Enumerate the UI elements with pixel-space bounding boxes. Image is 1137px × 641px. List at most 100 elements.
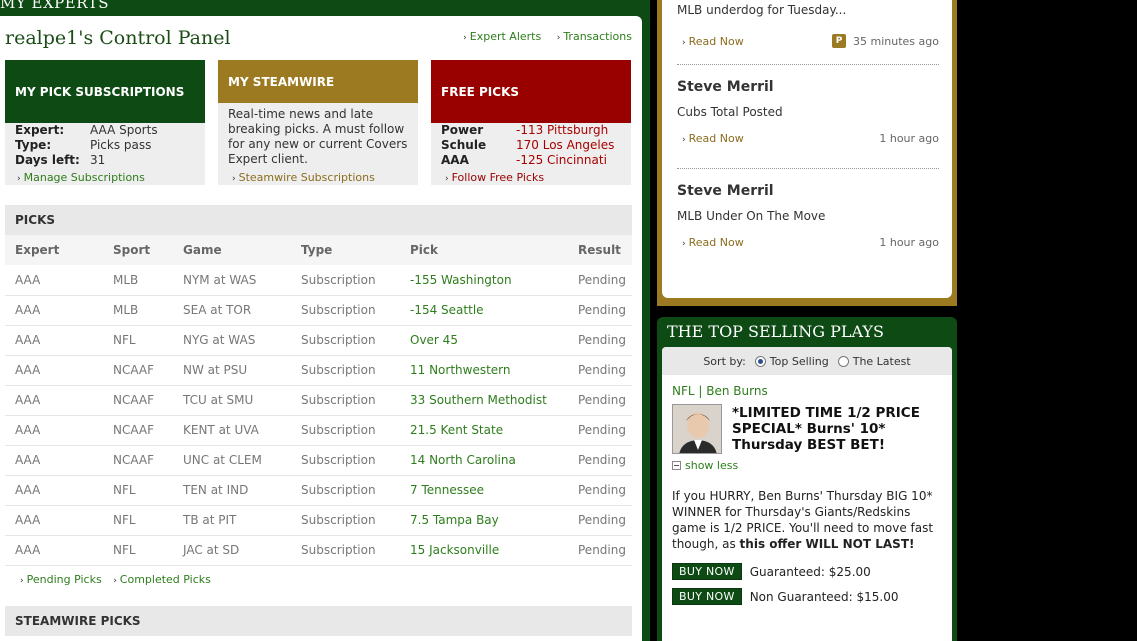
table-row: AAA NCAAF NW at PSU Subscription 11 Northwes… bbox=[5, 355, 632, 386]
table-row: AAA NFL TB at PIT Subscription 7.5 Tampa Bay… bbox=[5, 505, 632, 536]
cell-game: NW at PSU bbox=[173, 355, 291, 386]
cell-pick[interactable]: 11 Northwestern bbox=[400, 355, 568, 386]
cell-expert: AAA bbox=[5, 505, 103, 536]
person-icon bbox=[673, 405, 721, 453]
feed-meta: › Read Now 1 hour ago bbox=[677, 132, 939, 145]
show-less-toggle[interactable]: show less bbox=[672, 459, 738, 472]
cell-game: TB at PIT bbox=[173, 505, 291, 536]
feed-text: MLB underdog for Tuesday... bbox=[677, 3, 847, 17]
non-guaranteed-row: BUY NOW Non Guaranteed: $15.00 bbox=[672, 588, 899, 605]
feed-time: P 35 minutes ago bbox=[832, 34, 939, 48]
table-row: AAA NFL TEN at IND Subscription 7 Tennessee P… bbox=[5, 475, 632, 506]
steamwire-feed: MLB underdog for Tuesday... › Read Now P3… bbox=[657, 0, 957, 306]
cell-type: Subscription bbox=[291, 355, 400, 386]
cell-result: Pending bbox=[568, 325, 632, 356]
cell-pick[interactable]: Over 45 bbox=[400, 325, 568, 356]
chevron-right-icon: › bbox=[17, 174, 21, 184]
pending-picks-link[interactable]: › Pending Picks bbox=[20, 573, 102, 586]
cell-type: Subscription bbox=[291, 475, 400, 506]
free-pick-row: AAA -125 Cincinnati bbox=[441, 153, 607, 167]
picks-table: Expert Sport Game Type Pick Result AAA ML… bbox=[5, 235, 632, 566]
sort-latest-radio[interactable] bbox=[837, 355, 849, 367]
follow-free-picks-link[interactable]: › Follow Free Picks bbox=[445, 171, 544, 184]
cell-pick[interactable]: -154 Seattle bbox=[400, 295, 568, 326]
divider bbox=[677, 168, 939, 169]
cell-game: TCU at SMU bbox=[173, 385, 291, 416]
feed-text: MLB Under On The Move bbox=[677, 209, 826, 223]
table-row: AAA NCAAF UNC at CLEM Subscription 14 North … bbox=[5, 445, 632, 476]
buy-now-button[interactable]: BUY NOW bbox=[672, 563, 742, 580]
feed-author: Steve Merril bbox=[677, 79, 774, 95]
sort-option-label: The Latest bbox=[852, 354, 911, 368]
cell-result: Pending bbox=[568, 265, 632, 296]
cell-sport: NCAAF bbox=[103, 445, 173, 476]
type-row: Type: Picks pass bbox=[15, 138, 152, 152]
read-now-link[interactable]: › Read Now bbox=[677, 236, 744, 249]
column-header: Type bbox=[291, 235, 400, 265]
cell-sport: MLB bbox=[103, 265, 173, 296]
cell-pick[interactable]: 21.5 Kent State bbox=[400, 415, 568, 446]
cell-type: Subscription bbox=[291, 415, 400, 446]
cell-sport: NFL bbox=[103, 535, 173, 566]
cell-pick[interactable]: -155 Washington bbox=[400, 265, 568, 296]
page-title: realpe1's Control Panel bbox=[5, 27, 231, 49]
premium-badge-icon: P bbox=[832, 34, 847, 48]
cell-expert: AAA bbox=[5, 325, 103, 356]
my-experts-panel: MY EXPERTS realpe1's Control Panel › Expe… bbox=[0, 0, 650, 641]
expert-avatar[interactable] bbox=[672, 404, 722, 454]
free-picks-title: FREE PICKS bbox=[431, 60, 631, 123]
cell-type: Subscription bbox=[291, 265, 400, 296]
cell-game: KENT at UVA bbox=[173, 415, 291, 446]
feed-meta: › Read Now P 35 minutes ago bbox=[677, 34, 939, 48]
chevron-right-icon: › bbox=[463, 33, 467, 43]
play-description: If you HURRY, Ben Burns' Thursday BIG 10… bbox=[672, 489, 934, 551]
steamwire-subscriptions-link[interactable]: › Steamwire Subscriptions bbox=[232, 171, 375, 184]
completed-picks-link[interactable]: › Completed Picks bbox=[113, 573, 211, 586]
feed-meta: › Read Now 1 hour ago bbox=[677, 236, 939, 249]
cell-expert: AAA bbox=[5, 445, 103, 476]
cell-game: UNC at CLEM bbox=[173, 445, 291, 476]
cell-type: Subscription bbox=[291, 535, 400, 566]
column-header: Pick bbox=[400, 235, 568, 265]
top-selling-plays: THE TOP SELLING PLAYS Sort by: Top Selli… bbox=[657, 317, 957, 641]
steamwire-title: MY STEAMWIRE bbox=[218, 60, 418, 103]
expert-link[interactable]: Ben Burns bbox=[706, 384, 767, 398]
section-title: MY EXPERTS bbox=[0, 0, 110, 12]
cell-pick[interactable]: 33 Southern Methodist bbox=[400, 385, 568, 416]
buy-now-button[interactable]: BUY NOW bbox=[672, 588, 742, 605]
chevron-right-icon: › bbox=[445, 174, 449, 184]
cell-pick[interactable]: 7.5 Tampa Bay bbox=[400, 505, 568, 536]
chevron-right-icon: › bbox=[682, 37, 686, 48]
sort-top-selling-radio[interactable] bbox=[754, 355, 766, 367]
table-row: AAA MLB SEA at TOR Subscription -154 Seattle… bbox=[5, 295, 632, 326]
cell-type: Subscription bbox=[291, 445, 400, 476]
cell-pick[interactable]: 7 Tennessee bbox=[400, 475, 568, 506]
steamwire-picks-header: STEAMWIRE PICKS bbox=[5, 606, 632, 636]
feed-item: MLB underdog for Tuesday... › Read Now P3… bbox=[677, 3, 939, 48]
column-header: Expert bbox=[5, 235, 103, 265]
cell-expert: AAA bbox=[5, 475, 103, 506]
table-row: AAA NFL NYG at WAS Subscription Over 45 Pendi… bbox=[5, 325, 632, 356]
cell-sport: NFL bbox=[103, 475, 173, 506]
category-link[interactable]: NFL bbox=[672, 384, 695, 398]
read-now-link[interactable]: › Read Now bbox=[677, 35, 744, 48]
cell-result: Pending bbox=[568, 415, 632, 446]
cell-expert: AAA bbox=[5, 355, 103, 386]
table-row: AAA NCAAF KENT at UVA Subscription 21.5 Kent… bbox=[5, 415, 632, 446]
manage-subscriptions-link[interactable]: › Manage Subscriptions bbox=[17, 171, 145, 184]
column-header: Game bbox=[173, 235, 291, 265]
transactions-link[interactable]: › Transactions bbox=[557, 30, 632, 43]
play-headline[interactable]: *LIMITED TIME 1/2 PRICE SPECIAL* Burns' … bbox=[732, 405, 947, 453]
guaranteed-price: Guaranteed: $25.00 bbox=[749, 564, 871, 579]
feed-item: Steve Merril Cubs Total Posted › Read Now… bbox=[677, 79, 939, 145]
cell-pick[interactable]: 14 North Carolina bbox=[400, 445, 568, 476]
cell-sport: NCAAF bbox=[103, 415, 173, 446]
expert-alerts-link[interactable]: › Expert Alerts bbox=[463, 30, 541, 43]
cell-game: NYG at WAS bbox=[173, 325, 291, 356]
read-now-link[interactable]: › Read Now bbox=[677, 132, 744, 145]
steamwire-description: Real-time news and late breaking picks. … bbox=[228, 107, 408, 166]
cell-pick[interactable]: 15 Jacksonville bbox=[400, 535, 568, 566]
chevron-right-icon: › bbox=[682, 239, 686, 249]
free-picks-box: FREE PICKS Power -113 Pittsburgh Schule 17… bbox=[431, 60, 631, 185]
picks-header: PICKS bbox=[5, 205, 632, 235]
